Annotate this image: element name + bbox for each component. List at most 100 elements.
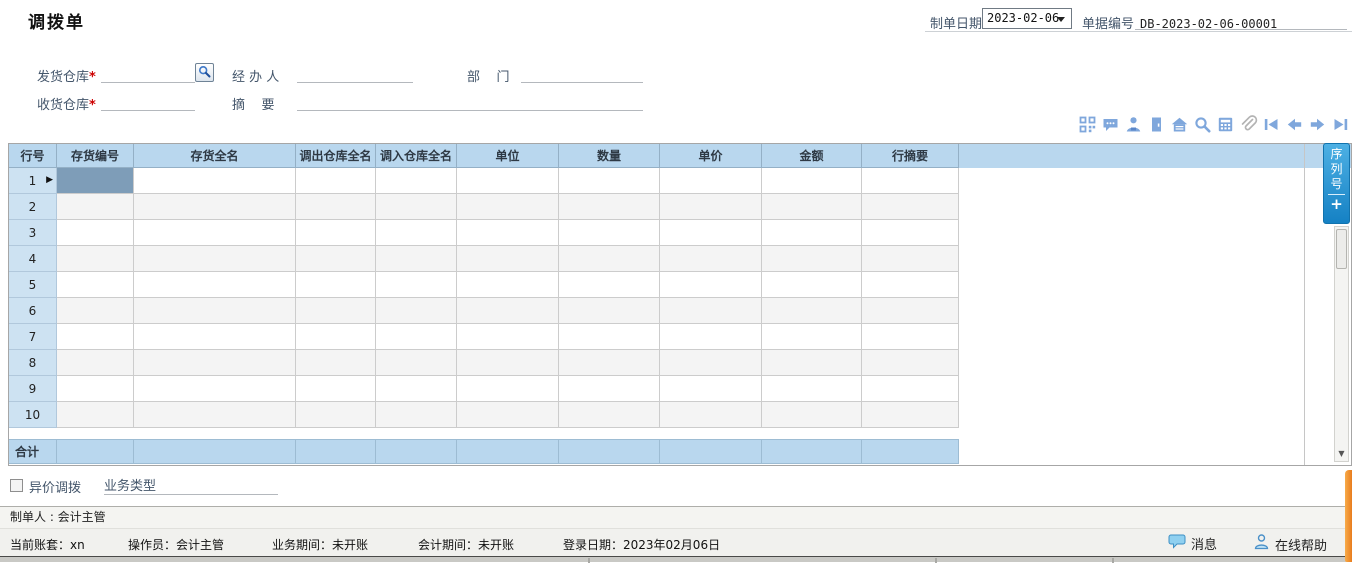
grid-cell[interactable] <box>559 402 660 428</box>
grid-cell[interactable] <box>862 350 959 376</box>
first-record-icon[interactable] <box>1262 115 1281 134</box>
department-field[interactable] <box>521 66 643 83</box>
grid-cell[interactable] <box>660 220 762 246</box>
grid-cell[interactable] <box>376 350 457 376</box>
grid-cell[interactable] <box>134 324 296 350</box>
grid-cell[interactable] <box>376 272 457 298</box>
grid-cell[interactable] <box>660 194 762 220</box>
grid-cell[interactable] <box>762 402 862 428</box>
grid-cell[interactable] <box>296 402 376 428</box>
grid-cell[interactable] <box>762 298 862 324</box>
grid-cell[interactable] <box>296 220 376 246</box>
grid-cell[interactable] <box>57 168 134 194</box>
grid-cell[interactable] <box>134 194 296 220</box>
grid-cell[interactable] <box>762 272 862 298</box>
grid-cell[interactable] <box>376 402 457 428</box>
row-number-cell[interactable]: 2 <box>9 194 57 220</box>
grid-cell[interactable] <box>296 194 376 220</box>
calculator-icon[interactable] <box>1216 115 1235 134</box>
grid-cell[interactable] <box>862 246 959 272</box>
recv-warehouse-field[interactable] <box>101 94 195 111</box>
grid-cell[interactable] <box>296 324 376 350</box>
grid-cell[interactable] <box>457 194 559 220</box>
ship-warehouse-field[interactable] <box>101 66 195 83</box>
grid-cell[interactable] <box>559 220 660 246</box>
grid-cell[interactable] <box>134 376 296 402</box>
grid-cell[interactable] <box>57 272 134 298</box>
grid-cell[interactable] <box>862 272 959 298</box>
grid-cell[interactable] <box>762 168 862 194</box>
grid-cell[interactable] <box>660 272 762 298</box>
grid-cell[interactable] <box>862 402 959 428</box>
grid-cell[interactable] <box>296 350 376 376</box>
edge-scroll-handle[interactable] <box>1345 470 1352 562</box>
grid-icon[interactable] <box>1078 115 1097 134</box>
row-number-cell[interactable]: 9 <box>9 376 57 402</box>
home-icon[interactable] <box>1170 115 1189 134</box>
grid-cell[interactable] <box>559 324 660 350</box>
grid-cell[interactable] <box>559 168 660 194</box>
business-type-input[interactable] <box>156 475 278 492</box>
grid-cell[interactable] <box>134 220 296 246</box>
date-combobox[interactable]: 2023-02-06 <box>982 8 1072 29</box>
grid-cell[interactable] <box>376 298 457 324</box>
scrollbar-down-arrow[interactable]: ▼ <box>1336 447 1347 460</box>
grid-cell[interactable] <box>457 324 559 350</box>
prev-record-icon[interactable] <box>1285 115 1304 134</box>
summary-field[interactable] <box>297 94 643 111</box>
grid-cell[interactable] <box>457 298 559 324</box>
grid-cell[interactable] <box>762 324 862 350</box>
grid-cell[interactable] <box>296 168 376 194</box>
grid-cell[interactable] <box>57 220 134 246</box>
grid-cell[interactable] <box>457 376 559 402</box>
grid-cell[interactable] <box>57 376 134 402</box>
grid-cell[interactable] <box>660 246 762 272</box>
grid-cell[interactable] <box>57 402 134 428</box>
grid-cell[interactable] <box>57 298 134 324</box>
grid-cell[interactable] <box>57 246 134 272</box>
row-number-cell[interactable]: 6 <box>9 298 57 324</box>
grid-cell[interactable] <box>457 220 559 246</box>
scrollbar-thumb[interactable] <box>1336 229 1347 269</box>
grid-cell[interactable] <box>862 220 959 246</box>
diff-price-checkbox[interactable] <box>10 479 23 492</box>
serial-number-tab[interactable]: 序列号 + <box>1323 143 1350 224</box>
grid-cell[interactable] <box>862 194 959 220</box>
grid-cell[interactable] <box>762 246 862 272</box>
next-record-icon[interactable] <box>1308 115 1327 134</box>
row-number-cell[interactable]: 10 <box>9 402 57 428</box>
grid-cell[interactable] <box>376 220 457 246</box>
grid-cell[interactable] <box>559 376 660 402</box>
grid-cell[interactable] <box>862 324 959 350</box>
vertical-scrollbar[interactable]: ▼ <box>1334 226 1349 462</box>
grid-cell[interactable] <box>660 350 762 376</box>
grid-cell[interactable] <box>660 376 762 402</box>
grid-cell[interactable] <box>376 246 457 272</box>
grid-cell[interactable] <box>376 168 457 194</box>
grid-cell[interactable] <box>762 220 862 246</box>
grid-cell[interactable] <box>559 272 660 298</box>
grid-cell[interactable] <box>457 402 559 428</box>
grid-cell[interactable] <box>660 168 762 194</box>
summary-input[interactable] <box>297 97 647 114</box>
row-number-cell[interactable]: 7 <box>9 324 57 350</box>
warehouse-lookup-button[interactable] <box>195 63 214 82</box>
ship-warehouse-input[interactable] <box>101 69 199 86</box>
row-number-cell[interactable]: 5 <box>9 272 57 298</box>
door-icon[interactable] <box>1147 115 1166 134</box>
row-number-cell[interactable]: 3 <box>9 220 57 246</box>
grid-cell[interactable] <box>134 350 296 376</box>
grid-cell[interactable] <box>134 402 296 428</box>
grid-cell[interactable] <box>762 194 862 220</box>
row-number-cell[interactable]: 8 <box>9 350 57 376</box>
grid-cell[interactable] <box>57 324 134 350</box>
grid-cell[interactable] <box>457 350 559 376</box>
add-row-plus-icon[interactable]: + <box>1330 197 1343 211</box>
grid-cell[interactable] <box>457 272 559 298</box>
grid-cell[interactable] <box>134 298 296 324</box>
grid-cell[interactable] <box>57 194 134 220</box>
grid-cell[interactable] <box>457 168 559 194</box>
online-help-button[interactable]: 在线帮助 <box>1253 533 1327 555</box>
grid-cell[interactable] <box>134 168 296 194</box>
search-icon[interactable] <box>1193 115 1212 134</box>
